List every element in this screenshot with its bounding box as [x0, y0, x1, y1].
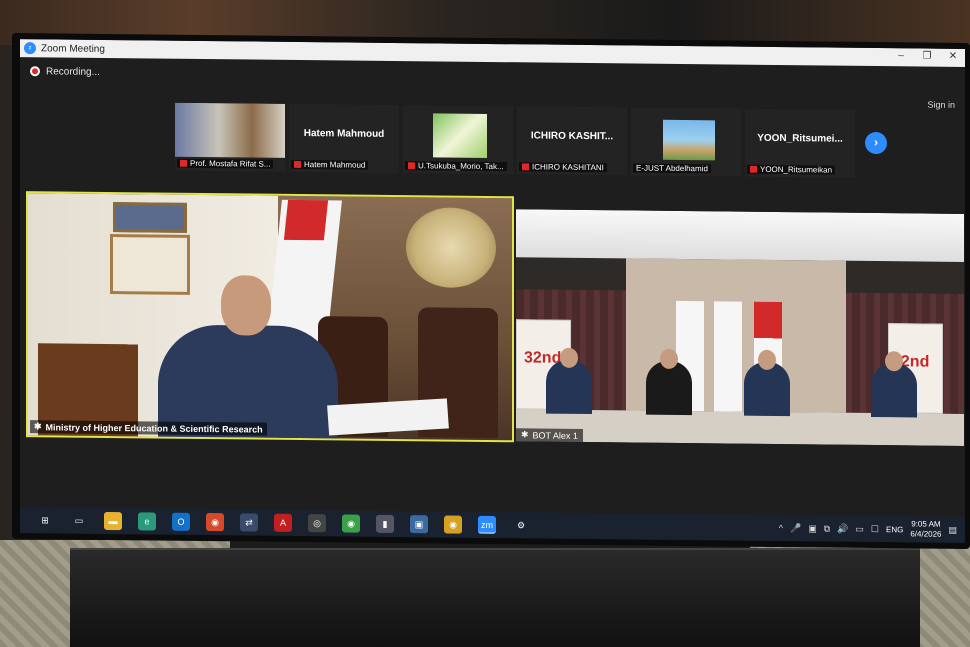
- active-speaker-video[interactable]: ✱ Ministry of Higher Education & Scienti…: [26, 191, 514, 443]
- participant-tile[interactable]: U.Tsukuba_Morio, Tak...: [403, 105, 513, 175]
- participant-tile[interactable]: ICHIRO KASHIT... ICHIRO KASHITANI: [517, 106, 627, 176]
- conference-room-video[interactable]: 32nd 32nd ✱ BOT Alex 1: [516, 209, 964, 446]
- screen: z Zoom Meeting – ❐ ✕ Recording... Sign i…: [20, 39, 965, 543]
- tray-app-icon[interactable]: ▣: [808, 523, 817, 534]
- participant-strip: Prof. Mostafa Rifat S... Hatem Mahmoud H…: [175, 102, 887, 180]
- clock[interactable]: 9:05 AM 6/4/2026: [910, 519, 941, 539]
- participant-name: U.Tsukuba_Morio, Tak...: [418, 161, 504, 172]
- file-explorer-icon[interactable]: ▬: [104, 511, 122, 531]
- window-titlebar: z Zoom Meeting – ❐ ✕: [20, 39, 965, 67]
- chrome-icon[interactable]: ◉: [206, 513, 224, 532]
- pin-icon: ✱: [34, 421, 42, 432]
- windows-taskbar: ⊞ ▭ ▬ e O ◉ ⇄ A ◎ ◉ ▮ ▣ ◉ zm ⚙ ^ 🎤 ▣ ⧉ 🔊…: [20, 507, 965, 543]
- participant-tile[interactable]: E-JUST Abdelhamid: [631, 107, 741, 177]
- participant-avatar: [433, 113, 487, 158]
- next-participants-button[interactable]: ›: [865, 131, 887, 155]
- participant-tile[interactable]: Prof. Mostafa Rifat S...: [175, 102, 285, 172]
- network-icon[interactable]: ▭: [855, 523, 864, 534]
- participant-name: Prof. Mostafa Rifat S...: [190, 158, 271, 169]
- participant-name: ICHIRO KASHITANI: [532, 162, 604, 173]
- obs-icon[interactable]: ◎: [308, 514, 326, 533]
- attendee-head: [660, 348, 678, 369]
- participant-display-name: ICHIRO KASHIT...: [530, 130, 614, 143]
- volume-icon[interactable]: 🔊: [837, 523, 848, 534]
- mic-muted-icon: [522, 163, 529, 170]
- participant-video: [175, 102, 285, 158]
- task-view-icon[interactable]: ▭: [70, 512, 88, 530]
- chrome-3-icon[interactable]: ◉: [444, 515, 462, 534]
- windows-start-icon[interactable]: ⊞: [36, 511, 54, 529]
- recording-indicator[interactable]: Recording...: [30, 63, 100, 80]
- speaker-head: [221, 275, 271, 336]
- tray-device-icon[interactable]: ☐: [871, 523, 879, 534]
- video-name-label: ✱ BOT Alex 1: [516, 428, 583, 442]
- mic-muted-icon: [408, 162, 415, 169]
- usb-app-icon[interactable]: ▮: [376, 514, 394, 533]
- participant-tile[interactable]: YOON_Ritsumei... YOON_Ritsumeikan: [745, 108, 855, 178]
- attendee-head: [885, 351, 903, 372]
- recording-dot-icon: [30, 66, 40, 77]
- monitor: z Zoom Meeting – ❐ ✕ Recording... Sign i…: [12, 32, 970, 550]
- room-ceiling: [516, 209, 964, 262]
- microphone-icon[interactable]: 🎤: [790, 523, 801, 534]
- close-button[interactable]: ✕: [947, 51, 959, 62]
- minimize-button[interactable]: –: [895, 50, 907, 61]
- language-indicator[interactable]: ENG: [886, 525, 903, 534]
- speaker-name-label: ✱ Ministry of Higher Education & Scienti…: [30, 420, 267, 436]
- maximize-button[interactable]: ❐: [921, 51, 933, 62]
- participant-name: YOON_Ritsumeikan: [760, 164, 833, 175]
- attendee-head: [560, 347, 578, 368]
- participant-display-name: YOON_Ritsumei...: [757, 132, 843, 145]
- edge-icon[interactable]: e: [138, 512, 156, 531]
- sign-in-link[interactable]: Sign in: [927, 100, 955, 110]
- show-hidden-icons-icon[interactable]: ^: [779, 523, 783, 533]
- clock-date: 6/4/2026: [910, 529, 942, 539]
- egypt-flag-stripe: [283, 199, 329, 241]
- notification-icon[interactable]: ▤: [948, 524, 957, 535]
- participant-name: E-JUST Abdelhamid: [636, 163, 708, 174]
- participant-tile[interactable]: Hatem Mahmoud Hatem Mahmoud: [289, 103, 399, 174]
- chrome-2-icon[interactable]: ◉: [342, 514, 360, 533]
- outlook-icon[interactable]: O: [172, 512, 190, 531]
- participant-name: Hatem Mahmoud: [304, 160, 366, 170]
- participant-display-name: Hatem Mahmoud: [303, 128, 385, 140]
- pdf-icon[interactable]: A: [274, 513, 292, 532]
- network-app-icon[interactable]: ⇄: [240, 513, 258, 532]
- recording-label: Recording...: [46, 65, 100, 78]
- mic-muted-icon: [180, 160, 187, 167]
- mic-muted-icon: [750, 166, 757, 173]
- zoom-logo-icon: z: [24, 42, 36, 55]
- system-tray: ^ 🎤 ▣ ⧉ 🔊 ▭ ☐ ENG 9:05 AM 6/4/2026 ▤: [779, 517, 957, 541]
- monitor-stand: [70, 548, 920, 647]
- clock-time: 9:05 AM: [911, 519, 941, 529]
- participant-avatar: [663, 119, 715, 161]
- display-icon[interactable]: ⧉: [824, 523, 830, 534]
- organization-flag: [714, 301, 742, 412]
- camera-app-icon[interactable]: ▣: [410, 515, 428, 534]
- window-controls: – ❐ ✕: [895, 50, 959, 62]
- wall-painting: [113, 202, 187, 233]
- mic-muted-icon: [294, 161, 301, 168]
- video-name: BOT Alex 1: [532, 429, 578, 441]
- attendee-head: [758, 349, 776, 370]
- eagle-seal: [406, 207, 496, 289]
- window-title: Zoom Meeting: [41, 42, 105, 55]
- wall-painting: [110, 234, 190, 295]
- zoom-app-icon[interactable]: zm: [478, 515, 496, 535]
- pin-icon: ✱: [521, 429, 529, 440]
- speaker-name: Ministry of Higher Education & Scientifi…: [45, 421, 263, 435]
- settings-icon[interactable]: ⚙: [512, 516, 530, 534]
